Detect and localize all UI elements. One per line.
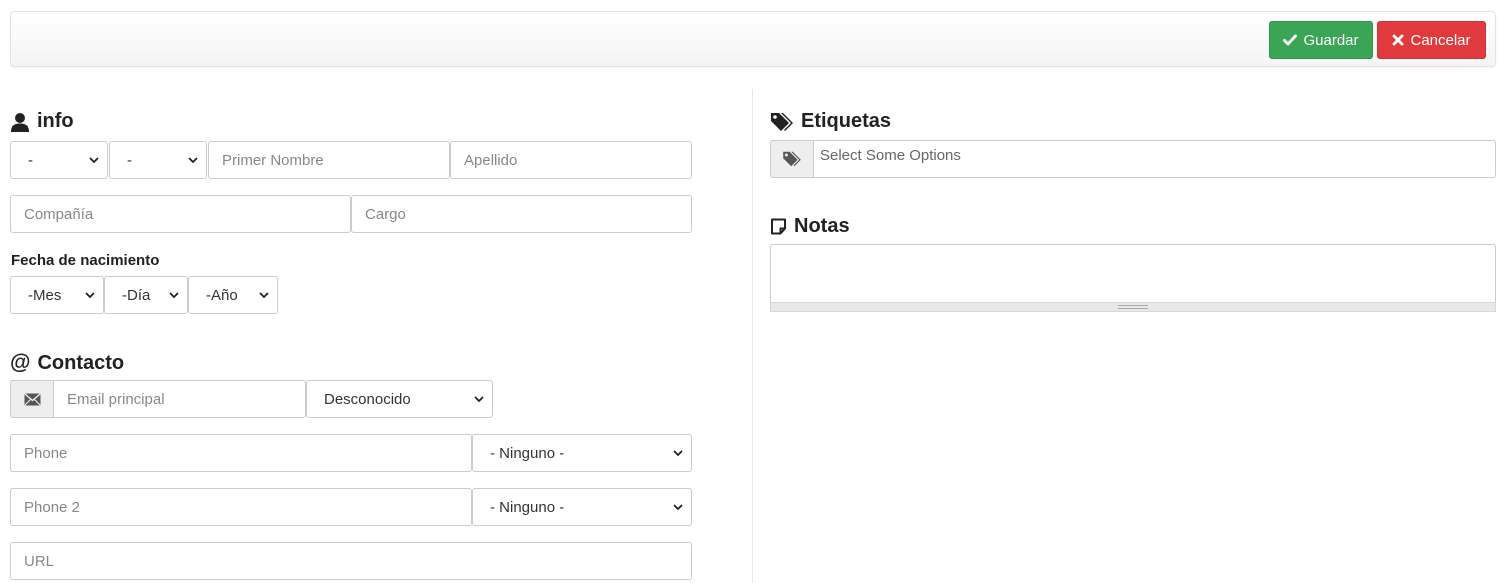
phone2-input[interactable] <box>10 488 472 526</box>
tags-icon <box>771 112 793 131</box>
birth-year-select[interactable]: -Año <box>188 276 278 314</box>
birth-month-select[interactable]: -Mes <box>10 276 104 314</box>
tags-multiselect[interactable]: Select Some Options <box>813 140 1496 178</box>
column-divider <box>752 89 753 583</box>
phone-type-select[interactable]: - Ninguno - <box>472 434 692 472</box>
chevron-down-icon <box>180 156 206 164</box>
birthdate-label: Fecha de nacimiento <box>11 252 160 269</box>
tags-icon <box>783 151 801 167</box>
last-name-input[interactable] <box>450 141 692 179</box>
close-icon <box>1393 34 1404 46</box>
suffix-select[interactable]: - <box>109 141 207 179</box>
birth-day-select[interactable]: -Día <box>104 276 188 314</box>
save-button-label: Guardar <box>1303 31 1359 49</box>
envelope-icon <box>24 392 40 405</box>
phone-input[interactable] <box>10 434 472 472</box>
cancel-button[interactable]: Cancelar <box>1377 21 1486 59</box>
tags-section-title: Etiquetas <box>770 110 891 133</box>
company-input[interactable] <box>10 195 351 233</box>
first-name-input[interactable] <box>208 141 450 179</box>
action-toolbar: Guardar Cancelar <box>10 11 1496 67</box>
phone2-type-select[interactable]: - Ninguno - <box>472 488 692 526</box>
at-icon: @ <box>10 351 31 374</box>
notes-textarea[interactable] <box>770 244 1496 303</box>
tags-addon <box>770 140 814 178</box>
chevron-down-icon <box>77 291 103 299</box>
chevron-down-icon <box>161 291 187 299</box>
notes-resize-handle[interactable] <box>770 302 1496 312</box>
contact-section-title: @ Contacto <box>10 351 125 374</box>
tags-placeholder: Select Some Options <box>820 147 961 164</box>
salutation-select[interactable]: - <box>10 141 108 179</box>
user-icon <box>11 112 29 132</box>
notes-section-title: Notas <box>770 215 850 238</box>
info-section-title: info <box>10 110 74 133</box>
note-icon <box>771 218 786 235</box>
email-input[interactable] <box>53 380 306 418</box>
url-input[interactable] <box>10 542 692 580</box>
position-input[interactable] <box>351 195 692 233</box>
chevron-down-icon <box>466 395 492 403</box>
chevron-down-icon <box>81 156 107 164</box>
check-icon <box>1283 34 1298 46</box>
save-button[interactable]: Guardar <box>1269 21 1373 59</box>
cancel-button-label: Cancelar <box>1410 31 1471 49</box>
email-type-select[interactable]: Desconocido <box>306 380 493 418</box>
chevron-down-icon <box>665 449 691 457</box>
email-addon <box>10 380 54 418</box>
chevron-down-icon <box>665 503 691 511</box>
chevron-down-icon <box>251 291 277 299</box>
grip-icon <box>1118 305 1148 309</box>
